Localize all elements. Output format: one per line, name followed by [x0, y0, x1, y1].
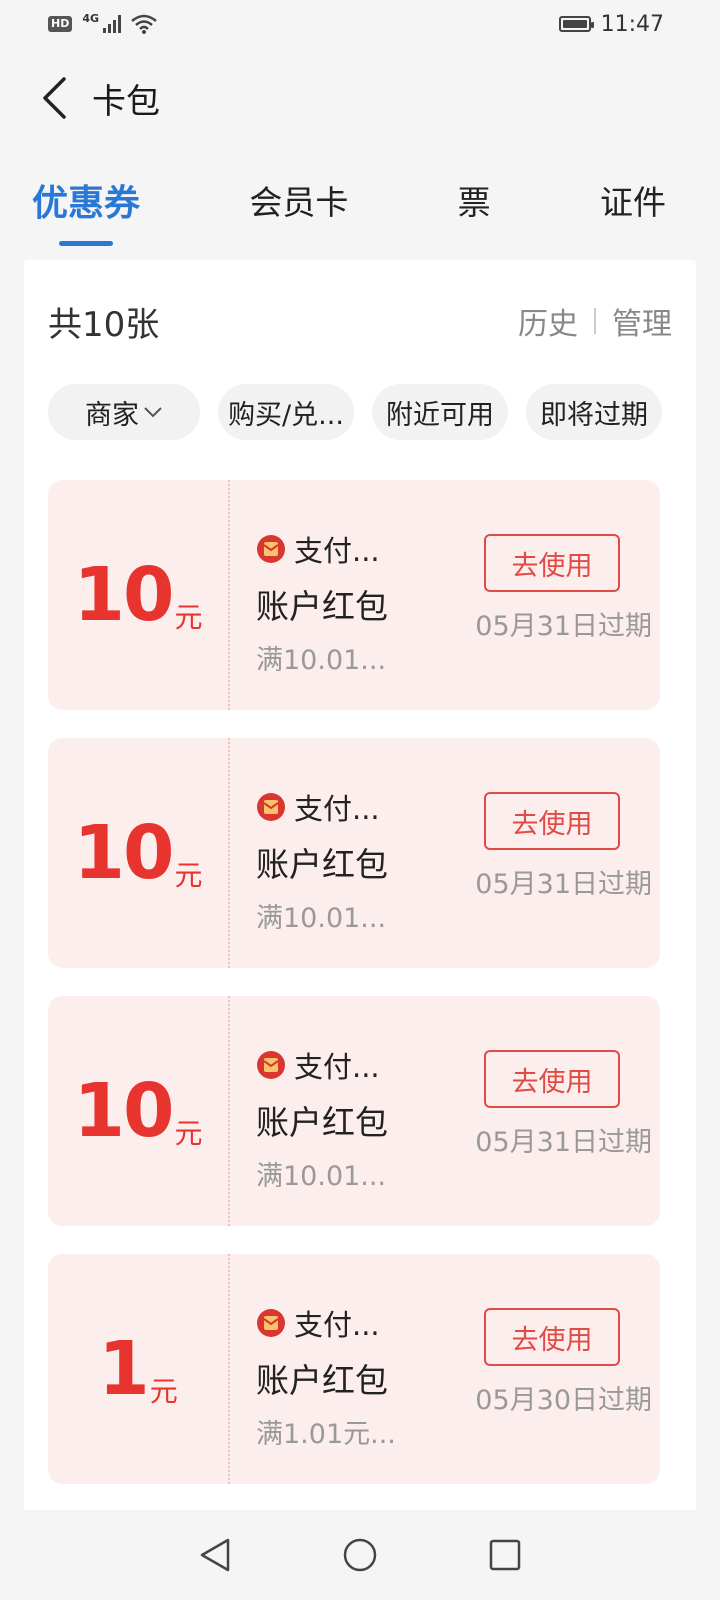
coupon-detail-area: 支付... 账户红包 满10.01... 去使用 05月31日过期 — [232, 996, 660, 1226]
system-nav-bar — [0, 1510, 720, 1600]
coupon-detail-area: 支付... 账户红包 满10.01... 去使用 05月31日过期 — [232, 738, 660, 968]
status-left: HD 4G — [48, 11, 157, 34]
manage-link[interactable]: 管理 — [612, 299, 672, 343]
divider — [594, 308, 596, 334]
header: 卡包 — [0, 58, 720, 138]
coupon-info: 支付... 账户红包 满10.01... — [256, 1044, 388, 1193]
merchant-row: 支付... — [256, 1302, 396, 1344]
summary-row: 共10张 历史 管理 — [48, 296, 672, 346]
coupon-title: 账户红包 — [256, 587, 388, 626]
filter-merchant-label: 商家 — [85, 399, 139, 431]
triangle-back-icon[interactable] — [198, 1537, 232, 1573]
use-coupon-button[interactable]: 去使用 — [484, 1050, 620, 1108]
red-envelope-icon — [257, 1309, 285, 1337]
red-envelope-icon — [257, 793, 285, 821]
back-button[interactable] — [24, 68, 84, 128]
merchant-name: 支付... — [294, 534, 380, 568]
tab-membership-cards[interactable]: 会员卡 — [249, 168, 348, 224]
coupon-condition: 满10.01... — [256, 903, 387, 934]
coupon-list: 10 元 支付... 账户红包 满10.01... 去使用 05月31日过期 1… — [48, 480, 660, 1520]
coupon-info: 支付... 账户红包 满10.01... — [256, 786, 388, 935]
coupon-title: 账户红包 — [256, 1361, 388, 1400]
coupon-unit: 元 — [174, 1117, 203, 1150]
coupon-unit: 元 — [174, 601, 203, 634]
tab-documents[interactable]: 证件 — [600, 168, 666, 224]
use-coupon-button[interactable]: 去使用 — [484, 534, 620, 592]
status-right: 11:47 — [558, 11, 664, 37]
coupon-expiry: 05月31日过期 — [475, 611, 652, 642]
status-bar: HD 4G 11:47 — [0, 0, 720, 48]
tab-tickets[interactable]: 票 — [458, 168, 491, 224]
signal-icon — [103, 15, 122, 33]
coupon-amount: 1 — [98, 1326, 149, 1412]
battery-icon — [558, 16, 594, 32]
network-type: 4G — [82, 11, 100, 25]
coupon-card[interactable]: 10 元 支付... 账户红包 满10.01... 去使用 05月31日过期 — [48, 480, 660, 710]
coupon-info: 支付... 账户红包 满10.01... — [256, 528, 388, 677]
page-title: 卡包 — [92, 81, 160, 122]
summary-actions: 历史 管理 — [518, 299, 672, 343]
chevron-left-icon — [43, 77, 66, 119]
coupon-unit: 元 — [174, 859, 203, 892]
wifi-icon — [131, 14, 157, 34]
circle-home-icon[interactable] — [342, 1537, 378, 1573]
coupon-expiry: 05月31日过期 — [475, 1127, 652, 1158]
tab-bar: 优惠券 会员卡 票 证件 — [0, 168, 720, 248]
history-link[interactable]: 历史 — [518, 299, 578, 343]
coupon-condition: 满1.01元... — [256, 1419, 396, 1450]
square-recent-icon[interactable] — [488, 1538, 522, 1572]
coupon-amount-area: 10 元 — [48, 996, 228, 1226]
coupon-amount: 10 — [73, 552, 175, 638]
tab-coupons[interactable]: 优惠券 — [32, 168, 140, 226]
coupon-card[interactable]: 10 元 支付... 账户红包 满10.01... 去使用 05月31日过期 — [48, 996, 660, 1226]
merchant-row: 支付... — [256, 1044, 388, 1086]
coupon-amount-area: 1 元 — [48, 1254, 228, 1484]
coupon-count: 共10张 — [48, 304, 160, 345]
coupon-detail-area: 支付... 账户红包 满10.01... 去使用 05月31日过期 — [232, 480, 660, 710]
coupon-amount: 10 — [73, 1068, 175, 1154]
filter-purchase-redeem[interactable]: 购买/兑... — [218, 384, 354, 440]
coupon-amount-area: 10 元 — [48, 738, 228, 968]
coupon-info: 支付... 账户红包 满1.01元... — [256, 1302, 396, 1451]
coupon-card[interactable]: 10 元 支付... 账户红包 满10.01... 去使用 05月31日过期 — [48, 738, 660, 968]
use-coupon-button[interactable]: 去使用 — [484, 1308, 620, 1366]
coupon-panel: 共10张 历史 管理 商家 购买/兑... 附近可用 即将过期 10 元 支付.… — [24, 260, 696, 1520]
coupon-expiry: 05月30日过期 — [475, 1385, 652, 1416]
chevron-down-icon — [144, 407, 162, 418]
filter-nearby[interactable]: 附近可用 — [372, 384, 508, 440]
merchant-name: 支付... — [294, 1050, 380, 1084]
red-envelope-icon — [257, 1051, 285, 1079]
coupon-detail-area: 支付... 账户红包 满1.01元... 去使用 05月30日过期 — [232, 1254, 660, 1484]
coupon-amount-area: 10 元 — [48, 480, 228, 710]
coupon-title: 账户红包 — [256, 845, 388, 884]
filter-merchant[interactable]: 商家 — [48, 384, 200, 440]
red-envelope-icon — [257, 535, 285, 563]
filter-expiring[interactable]: 即将过期 — [526, 384, 662, 440]
filter-chips: 商家 购买/兑... 附近可用 即将过期 — [48, 384, 678, 440]
coupon-amount: 10 — [73, 810, 175, 896]
coupon-unit: 元 — [149, 1375, 178, 1408]
coupon-condition: 满10.01... — [256, 645, 387, 676]
coupon-title: 账户红包 — [256, 1103, 388, 1142]
merchant-row: 支付... — [256, 786, 388, 828]
coupon-condition: 满10.01... — [256, 1161, 387, 1192]
merchant-name: 支付... — [294, 792, 380, 826]
merchant-name: 支付... — [294, 1308, 380, 1342]
merchant-row: 支付... — [256, 528, 388, 570]
status-time: 11:47 — [600, 11, 664, 37]
coupon-card[interactable]: 1 元 支付... 账户红包 满1.01元... 去使用 05月30日过期 — [48, 1254, 660, 1484]
hd-badge: HD — [48, 16, 73, 32]
coupon-expiry: 05月31日过期 — [475, 869, 652, 900]
use-coupon-button[interactable]: 去使用 — [484, 792, 620, 850]
